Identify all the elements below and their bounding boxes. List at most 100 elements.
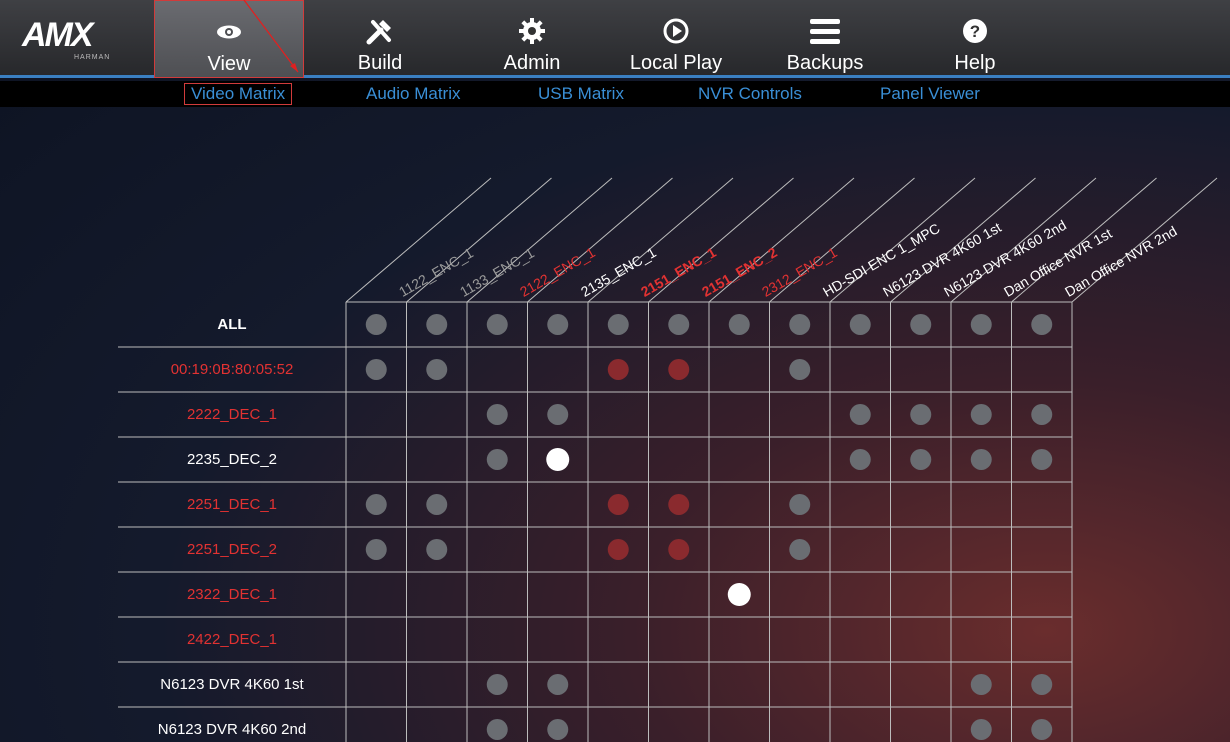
matrix-cell[interactable] — [892, 618, 951, 661]
matrix-cell[interactable] — [408, 573, 467, 616]
matrix-cell[interactable] — [1013, 348, 1072, 391]
matrix-cell[interactable] — [650, 573, 709, 616]
matrix-cell[interactable] — [408, 438, 467, 481]
matrix-cell[interactable] — [710, 438, 769, 481]
matrix-cell[interactable] — [1013, 573, 1072, 616]
route-dot[interactable] — [426, 539, 448, 560]
matrix-cell[interactable] — [952, 348, 1011, 391]
matrix-cell[interactable] — [529, 483, 588, 526]
route-dot[interactable] — [1031, 674, 1053, 695]
route-dot[interactable] — [910, 449, 932, 470]
route-dot-red[interactable] — [607, 359, 629, 380]
route-dot[interactable] — [547, 719, 569, 740]
route-dot[interactable] — [970, 719, 992, 740]
matrix-cell[interactable] — [710, 663, 769, 706]
matrix-cell[interactable] — [650, 618, 709, 661]
route-dot-red[interactable] — [668, 494, 690, 515]
route-dot[interactable] — [970, 404, 992, 425]
matrix-cell[interactable] — [347, 618, 406, 661]
row-header-all[interactable]: ALL — [118, 302, 346, 347]
matrix-cell[interactable] — [408, 708, 467, 742]
matrix-cell[interactable] — [710, 483, 769, 526]
matrix-cell[interactable] — [408, 663, 467, 706]
matrix-cell[interactable] — [952, 528, 1011, 571]
matrix-cell[interactable] — [529, 618, 588, 661]
route-dot[interactable] — [426, 494, 448, 515]
route-dot[interactable] — [668, 314, 690, 335]
route-dot[interactable] — [547, 404, 569, 425]
route-dot[interactable] — [970, 449, 992, 470]
matrix-cell[interactable] — [347, 573, 406, 616]
matrix-cell[interactable] — [892, 708, 951, 742]
matrix-cell[interactable] — [831, 573, 890, 616]
matrix-cell[interactable] — [892, 573, 951, 616]
matrix-cell[interactable] — [468, 348, 527, 391]
route-dot-red[interactable] — [668, 539, 690, 560]
route-dot[interactable] — [426, 314, 448, 335]
route-dot[interactable] — [426, 359, 448, 380]
row-header[interactable]: 2251_DEC_1 — [118, 482, 346, 527]
matrix-cell[interactable] — [1013, 483, 1072, 526]
matrix-cell[interactable] — [589, 663, 648, 706]
route-dot[interactable] — [1031, 449, 1053, 470]
matrix-cell[interactable] — [771, 393, 830, 436]
row-header[interactable]: N6123 DVR 4K60 2nd — [118, 707, 346, 742]
matrix-cell[interactable] — [650, 663, 709, 706]
route-dot[interactable] — [849, 314, 871, 335]
row-header[interactable]: 2251_DEC_2 — [118, 527, 346, 572]
matrix-cell[interactable] — [468, 618, 527, 661]
matrix-cell[interactable] — [650, 393, 709, 436]
matrix-cell[interactable] — [650, 708, 709, 742]
matrix-cell[interactable] — [347, 438, 406, 481]
route-dot[interactable] — [789, 359, 811, 380]
matrix-cell[interactable] — [771, 708, 830, 742]
route-dot[interactable] — [970, 674, 992, 695]
route-dot[interactable] — [849, 449, 871, 470]
matrix-cell[interactable] — [952, 573, 1011, 616]
route-dot[interactable] — [910, 314, 932, 335]
matrix-cell[interactable] — [650, 438, 709, 481]
row-header[interactable]: 2422_DEC_1 — [118, 617, 346, 662]
row-header[interactable]: 00:19:0B:80:05:52 — [118, 347, 346, 392]
route-dot[interactable] — [365, 359, 387, 380]
route-dot[interactable] — [547, 314, 569, 335]
matrix-cell[interactable] — [468, 483, 527, 526]
matrix-cell[interactable] — [589, 618, 648, 661]
route-dot[interactable] — [365, 539, 387, 560]
matrix-cell[interactable] — [892, 528, 951, 571]
matrix-cell[interactable] — [831, 483, 890, 526]
matrix-cell[interactable] — [529, 573, 588, 616]
matrix-cell[interactable] — [831, 618, 890, 661]
matrix-cell[interactable] — [831, 663, 890, 706]
route-dot[interactable] — [1031, 719, 1053, 740]
route-dot[interactable] — [1031, 314, 1053, 335]
route-dot[interactable] — [789, 494, 811, 515]
route-dot-red[interactable] — [607, 539, 629, 560]
matrix-cell[interactable] — [710, 708, 769, 742]
matrix-cell[interactable] — [408, 618, 467, 661]
matrix-cell[interactable] — [892, 663, 951, 706]
matrix-cell[interactable] — [771, 438, 830, 481]
row-header[interactable]: N6123 DVR 4K60 1st — [118, 662, 346, 707]
matrix-cell[interactable] — [347, 708, 406, 742]
matrix-cell[interactable] — [529, 348, 588, 391]
route-dot-red[interactable] — [607, 494, 629, 515]
route-dot[interactable] — [486, 449, 508, 470]
matrix-cell[interactable] — [952, 483, 1011, 526]
matrix-cell[interactable] — [589, 438, 648, 481]
route-dot[interactable] — [789, 539, 811, 560]
matrix-cell[interactable] — [468, 573, 527, 616]
matrix-cell[interactable] — [408, 393, 467, 436]
matrix-cell[interactable] — [952, 618, 1011, 661]
row-header[interactable]: 2235_DEC_2 — [118, 437, 346, 482]
route-dot[interactable] — [486, 674, 508, 695]
matrix-cell[interactable] — [347, 663, 406, 706]
route-dot[interactable] — [970, 314, 992, 335]
matrix-cell[interactable] — [892, 348, 951, 391]
matrix-cell[interactable] — [831, 528, 890, 571]
route-dot[interactable] — [849, 404, 871, 425]
matrix-cell[interactable] — [529, 528, 588, 571]
matrix-cell[interactable] — [710, 348, 769, 391]
matrix-cell[interactable] — [589, 393, 648, 436]
matrix-cell[interactable] — [589, 708, 648, 742]
